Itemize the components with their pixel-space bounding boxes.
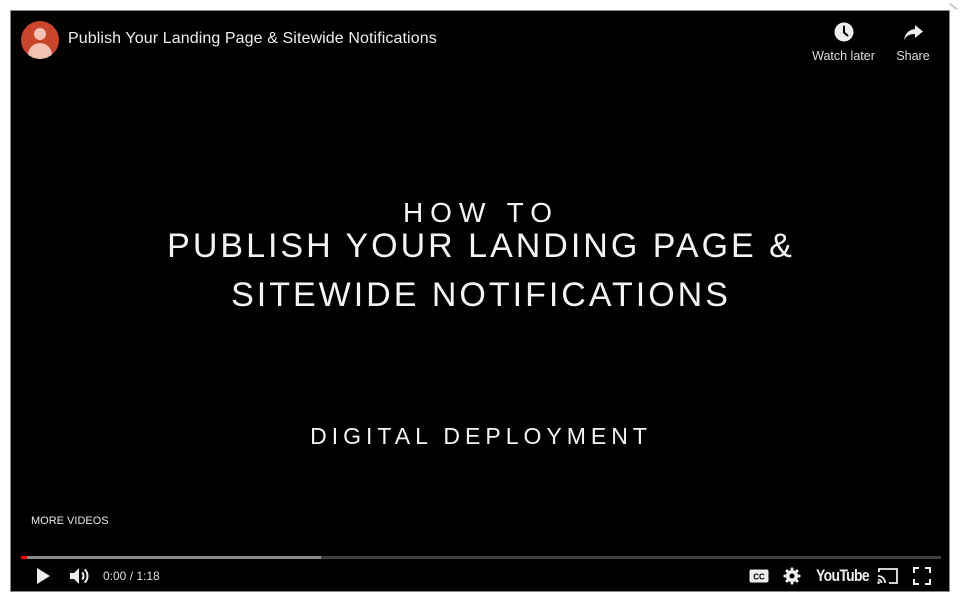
cast-button[interactable] bbox=[877, 565, 899, 587]
cc-icon: CC bbox=[749, 569, 769, 583]
play-button[interactable] bbox=[35, 565, 51, 587]
progress-played bbox=[21, 556, 27, 559]
progress-bar[interactable] bbox=[21, 556, 941, 559]
window-resize-handle bbox=[948, 0, 960, 11]
youtube-logo[interactable]: YouTube bbox=[816, 565, 870, 587]
watch-later-label: Watch later bbox=[812, 49, 875, 63]
time-display: 0:00 / 1:18 bbox=[103, 565, 160, 587]
title-card-how-to: HOW TO bbox=[402, 197, 560, 228]
video-title[interactable]: Publish Your Landing Page & Sitewide Not… bbox=[68, 30, 437, 48]
share-label: Share bbox=[896, 49, 930, 63]
clock-icon bbox=[834, 22, 853, 42]
cast-icon bbox=[877, 568, 898, 584]
time-text: 0:00 / 1:18 bbox=[103, 569, 160, 583]
subtitles-button[interactable]: CC bbox=[749, 565, 769, 587]
settings-button[interactable] bbox=[783, 565, 801, 587]
share-button[interactable]: Share bbox=[891, 21, 935, 63]
more-videos-button[interactable]: MORE VIDEOS bbox=[31, 515, 109, 527]
watch-later-button[interactable]: Watch later bbox=[806, 21, 881, 63]
title-card-subtitle: DIGITAL DEPLOYMENT bbox=[310, 423, 652, 449]
channel-avatar[interactable] bbox=[21, 21, 59, 59]
fullscreen-button[interactable] bbox=[913, 565, 931, 587]
gear-icon bbox=[783, 567, 801, 585]
avatar-icon-head bbox=[34, 28, 46, 40]
volume-icon bbox=[70, 568, 89, 584]
video-player[interactable]: Publish Your Landing Page & Sitewide Not… bbox=[10, 10, 950, 592]
youtube-logo-text: YouTube bbox=[816, 566, 870, 585]
cc-label: CC bbox=[753, 573, 765, 582]
volume-button[interactable] bbox=[69, 565, 91, 587]
share-arrow-icon bbox=[904, 25, 923, 40]
title-card-line-2: SITEWIDE NOTIFICATIONS bbox=[231, 276, 731, 314]
avatar-icon-body bbox=[28, 43, 52, 59]
title-card-line-1: PUBLISH YOUR LANDING PAGE & bbox=[167, 227, 795, 265]
fullscreen-icon bbox=[913, 567, 931, 585]
progress-buffered bbox=[21, 556, 321, 559]
play-icon bbox=[37, 568, 50, 584]
